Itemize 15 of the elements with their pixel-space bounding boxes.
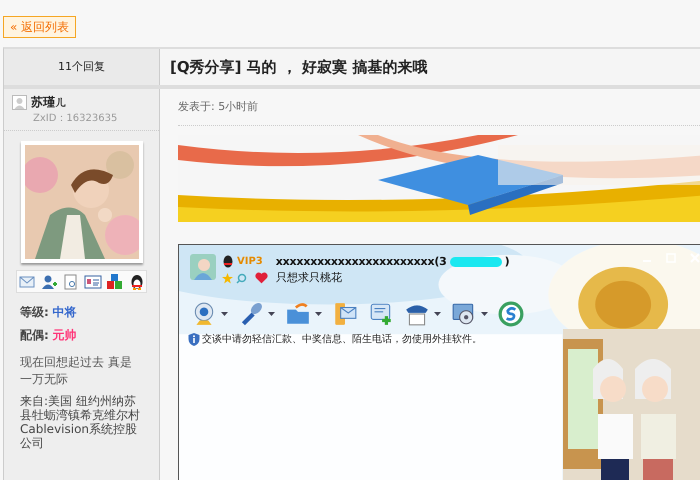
add-friend-icon[interactable]: [40, 272, 58, 290]
profile-label: 配偶:: [20, 328, 49, 342]
reply-count: 11个回复: [58, 58, 105, 75]
user-icon: [12, 94, 27, 110]
username[interactable]: 苏瑾ㄦ: [31, 93, 67, 111]
blocks-icon[interactable]: [106, 272, 124, 290]
profile-value: 中将: [52, 305, 77, 319]
signature: 现在回想起过去 真是一万无际: [20, 354, 133, 388]
location: 来自:美国 纽约州纳苏县牡蛎湾镇希克维尔村Cablevision系统控股公司: [20, 394, 141, 450]
user-id: ZxID：16323635: [33, 113, 118, 124]
profile-card-icon[interactable]: [84, 272, 102, 290]
thread-title: [Q秀分享] 马的 ， 好寂寞 搞基的来哦: [170, 56, 428, 78]
post-time: 发表于: 5小时前: [178, 100, 258, 113]
profile-label: 等级:: [20, 305, 49, 319]
profile-value: 元帅: [52, 328, 77, 342]
